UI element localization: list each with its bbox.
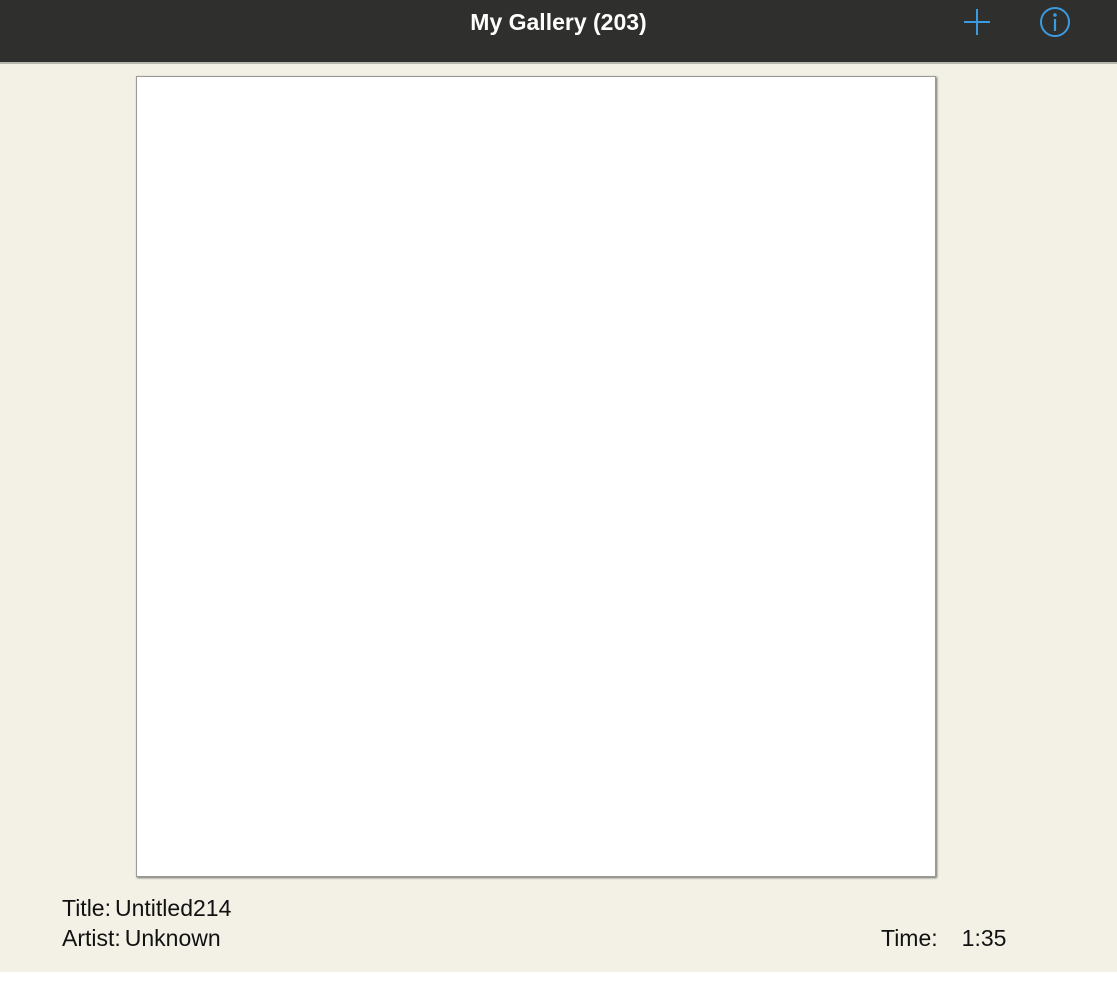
top-bar: My Gallery (203) xyxy=(0,0,1117,64)
artwork-artist-row: Artist: Unknown xyxy=(62,923,221,953)
artist-value: Unknown xyxy=(124,925,221,951)
gallery-screen: My Gallery (203) Title: Untitled214 Artis… xyxy=(0,0,1117,972)
artist-label: Artist: xyxy=(62,925,121,951)
info-icon xyxy=(1040,7,1070,37)
time-value: 1:35 xyxy=(961,925,1007,951)
artwork-time-row: Time: 1:35 xyxy=(881,923,1006,953)
info-button[interactable] xyxy=(1039,6,1071,38)
plus-icon xyxy=(964,9,990,35)
title-value: Untitled214 xyxy=(115,895,232,921)
add-button[interactable] xyxy=(961,6,993,38)
time-label: Time: xyxy=(881,925,938,951)
artwork-title-row: Title: Untitled214 xyxy=(62,893,231,923)
title-label: Title: xyxy=(62,895,111,921)
page-title: My Gallery (203) xyxy=(470,9,647,35)
artwork-canvas[interactable] xyxy=(136,76,936,877)
